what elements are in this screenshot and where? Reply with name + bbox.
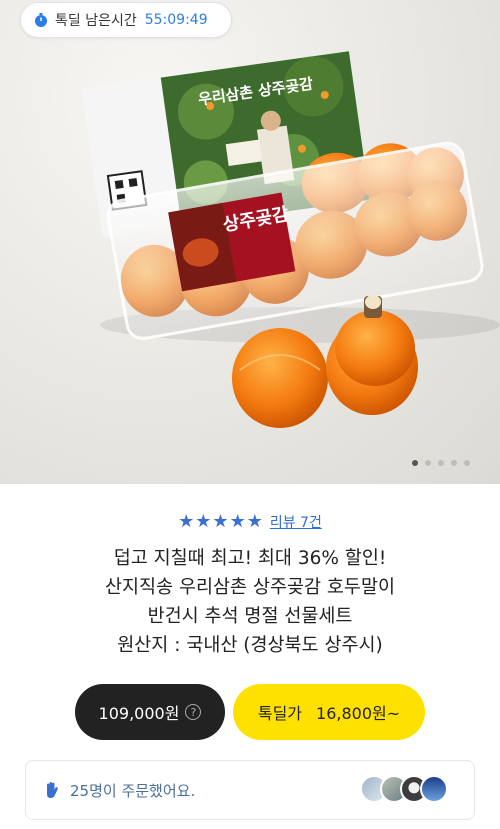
carousel-dot[interactable] [451,460,457,466]
normal-price: 109,000원 [98,704,180,723]
deal-price-button[interactable]: 톡딜가 16,800원~ [233,684,425,740]
title-line: 반건시 추석 명절 선물세트 [147,606,353,627]
product-image-carousel[interactable]: 톡딜 남은시간 55:09:49 우리삼촌 상주곶감 상주곶감 [0,0,500,484]
carousel-indicator [412,460,470,466]
title-line: 산지직송 우리삼촌 상주곶감 호두말이 [105,577,395,598]
question-icon[interactable]: ? [185,704,202,720]
product-photo: 우리삼촌 상주곶감 상주곶감 [81,51,500,428]
timer-label: 톡딜 남은시간 [55,13,137,29]
buyer-avatars [360,775,448,803]
stopwatch-icon [35,13,47,27]
price-row: 109,000원 ? 톡딜가 16,800원~ [0,684,500,740]
timer-value: 55:09:49 [144,12,208,28]
deal-timer: 톡딜 남은시간 55:09:49 [20,2,232,38]
deal-price: 16,800원~ [316,704,401,723]
rating-row: ★★★★★ 리뷰 7건 [0,511,500,532]
order-count-text: 25명이 주문했어요. [70,781,196,800]
normal-price-button[interactable]: 109,000원 ? [75,684,225,740]
product-title: 덥고 지칠때 최고! 최대 36% 할인! 산지직송 우리삼촌 상주곶감 호두말… [0,544,500,660]
carousel-dot[interactable] [412,460,418,466]
avatar [420,775,448,803]
waving-hand-icon [47,782,58,798]
title-line: 덥고 지칠때 최고! 최대 36% 할인! [113,548,387,569]
review-count-link[interactable]: 리뷰 7건 [270,512,322,532]
carousel-dot[interactable] [464,460,470,466]
star-rating-icon: ★★★★★ [178,511,264,532]
deal-price-label: 톡딜가 [257,704,303,723]
order-count-box[interactable]: 25명이 주문했어요. [25,760,475,820]
carousel-dot[interactable] [438,460,444,466]
carousel-dot[interactable] [425,460,431,466]
origin-line: 원산지 : 국내산 (경상북도 상주시) [117,635,383,656]
